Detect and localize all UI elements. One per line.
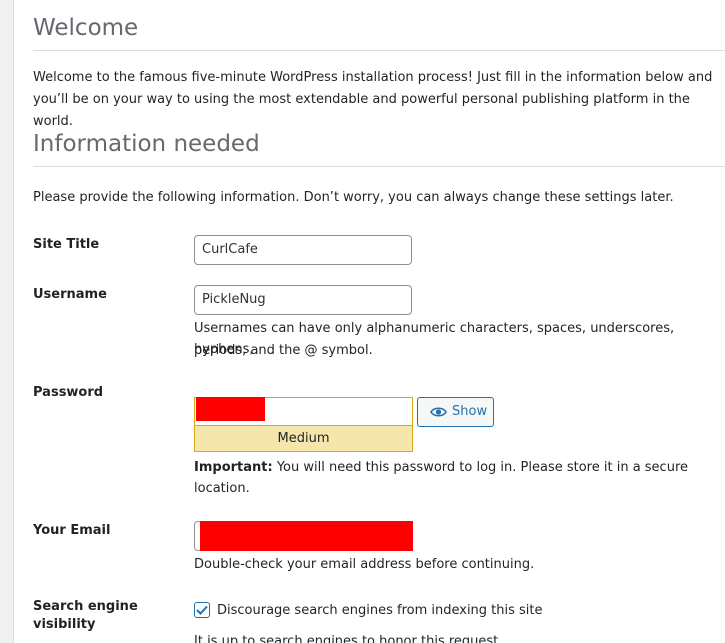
- email-label: Your Email: [33, 523, 111, 538]
- welcome-intro-line-2: you’ll be on your way to using the most …: [33, 92, 690, 129]
- search-visibility-label-line-2: visibility: [33, 617, 96, 632]
- search-visibility-note: It is up to search engines to honor this…: [194, 634, 503, 643]
- info-intro: Please provide the following information…: [33, 190, 674, 205]
- discourage-search-label[interactable]: Discourage search engines from indexing …: [217, 600, 543, 621]
- site-title-input[interactable]: CurlCafe: [194, 235, 412, 265]
- email-hint: Double-check your email address before c…: [194, 557, 535, 572]
- welcome-heading: Welcome: [33, 15, 139, 41]
- eye-icon: [430, 406, 447, 418]
- password-important-line-2: location.: [194, 481, 250, 496]
- welcome-intro-line-1: Welcome to the famous five-minute WordPr…: [33, 70, 713, 85]
- username-hint-line-2: periods, and the @ symbol.: [194, 343, 373, 358]
- install-panel: Welcome Welcome to the famous five-minut…: [13, 0, 725, 643]
- discourage-search-checkbox[interactable]: [194, 602, 210, 618]
- show-password-label: Show: [452, 404, 488, 419]
- username-input[interactable]: PickleNug: [194, 285, 412, 315]
- welcome-divider: [33, 50, 725, 51]
- search-visibility-label-line-1: Search engine: [33, 599, 138, 614]
- show-password-button[interactable]: Show: [417, 397, 494, 427]
- checkmark-icon: [196, 605, 208, 615]
- important-text: You will need this password to log in. P…: [272, 460, 689, 475]
- information-needed-heading: Information needed: [33, 131, 260, 157]
- info-divider: [33, 166, 725, 167]
- password-label: Password: [33, 385, 104, 400]
- important-prefix: Important:: [194, 460, 273, 475]
- password-strength-meter: Medium: [194, 426, 413, 452]
- password-redaction: [196, 397, 265, 421]
- site-title-label: Site Title: [33, 237, 100, 252]
- username-label: Username: [33, 287, 107, 302]
- email-redaction: [200, 521, 413, 551]
- password-important-line-1: Important: You will need this password t…: [194, 457, 688, 478]
